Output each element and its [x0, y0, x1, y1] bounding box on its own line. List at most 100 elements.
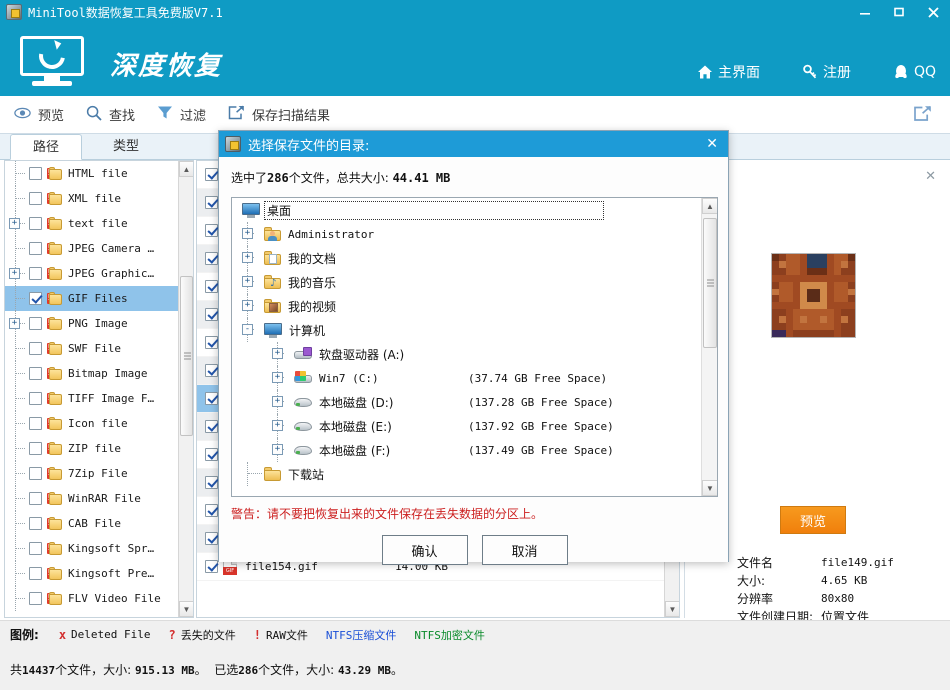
file-checkbox-0[interactable]: [205, 168, 218, 181]
file-checkbox-2[interactable]: [205, 224, 218, 237]
directory-expander-6[interactable]: +: [272, 372, 283, 383]
directory-expander-1[interactable]: +: [242, 252, 253, 263]
directory-tree-item-3[interactable]: + 我的视频: [232, 294, 717, 318]
file-checkbox-13[interactable]: [205, 532, 218, 545]
maximize-button[interactable]: [882, 0, 916, 24]
preview-button[interactable]: 预览: [780, 506, 846, 534]
nav-item-home[interactable]: 主界面: [697, 62, 760, 82]
list-scroll-down-icon[interactable]: ▼: [665, 601, 679, 617]
tree-item-12[interactable]: ! 7Zip File: [5, 461, 193, 486]
file-checkbox-14[interactable]: [205, 560, 218, 573]
tree-item-10[interactable]: ! Icon file: [5, 411, 193, 436]
tree-scroll-up-icon[interactable]: ▲: [179, 161, 193, 177]
tree-item-9[interactable]: ! TIFF Image F…: [5, 386, 193, 411]
directory-tree-item-10[interactable]: 下载站: [232, 462, 717, 486]
directory-tree-item-7[interactable]: + 本地磁盘 (D:) (137.28 GB Free Space): [232, 390, 717, 414]
tree-checkbox-10[interactable]: [29, 417, 42, 430]
directory-tree-item-5[interactable]: + 软盘驱动器 (A:): [232, 342, 717, 366]
directory-tree-item-2[interactable]: + ♪ 我的音乐: [232, 270, 717, 294]
file-checkbox-9[interactable]: [205, 420, 218, 433]
directory-expander-4[interactable]: -: [242, 324, 253, 335]
file-checkbox-10[interactable]: [205, 448, 218, 461]
tab-type[interactable]: 类型: [90, 134, 162, 160]
tree-expander-6[interactable]: +: [9, 318, 20, 329]
toolbar-save-scan[interactable]: 保存扫描结果: [228, 105, 330, 124]
tree-expander-2[interactable]: +: [9, 218, 20, 229]
directory-expander-2[interactable]: +: [242, 276, 253, 287]
tree-checkbox-12[interactable]: [29, 467, 42, 480]
tree-checkbox-17[interactable]: [29, 592, 42, 605]
file-checkbox-11[interactable]: [205, 476, 218, 489]
directory-expander-3[interactable]: +: [242, 300, 253, 311]
file-checkbox-5[interactable]: [205, 308, 218, 321]
tree-checkbox-11[interactable]: [29, 442, 42, 455]
toolbar-share-export-button[interactable]: [913, 105, 932, 125]
directory-tree-item-6[interactable]: + Win7 (C:) (37.74 GB Free Space): [232, 366, 717, 390]
directory-tree-item-4[interactable]: - 计算机: [232, 318, 717, 342]
preview-close-icon[interactable]: ✕: [925, 168, 936, 184]
tree-checkbox-15[interactable]: [29, 542, 42, 555]
file-checkbox-7[interactable]: [205, 364, 218, 377]
directory-tree-root-row[interactable]: 桌面: [232, 198, 717, 222]
directory-tree-item-0[interactable]: + Administrator: [232, 222, 717, 246]
toolbar-search[interactable]: 查找: [86, 105, 135, 125]
tree-item-11[interactable]: ! ZIP file: [5, 436, 193, 461]
tree-scroll-down-icon[interactable]: ▼: [179, 601, 193, 617]
file-checkbox-12[interactable]: [205, 504, 218, 517]
tree-checkbox-2[interactable]: [29, 217, 42, 230]
tree-checkbox-9[interactable]: [29, 392, 42, 405]
tree-scroll-thumb[interactable]: [180, 276, 193, 436]
tree-item-5[interactable]: ! GIF Files: [5, 286, 193, 311]
tree-checkbox-14[interactable]: [29, 517, 42, 530]
toolbar-filter[interactable]: 过滤: [157, 105, 206, 124]
directory-expander-5[interactable]: +: [272, 348, 283, 359]
tree-checkbox-7[interactable]: [29, 342, 42, 355]
directory-tree-item-9[interactable]: + 本地磁盘 (F:) (137.49 GB Free Space): [232, 438, 717, 462]
nav-item-register[interactable]: 注册: [802, 62, 851, 82]
tree-item-13[interactable]: ! WinRAR File: [5, 486, 193, 511]
tree-item-17[interactable]: ! FLV Video File: [5, 586, 193, 611]
tree-checkbox-3[interactable]: [29, 242, 42, 255]
tree-item-0[interactable]: ! HTML file: [5, 161, 193, 186]
tree-checkbox-0[interactable]: [29, 167, 42, 180]
dialog-cancel-button[interactable]: 取消: [481, 535, 568, 565]
tree-item-7[interactable]: ! SWF File: [5, 336, 193, 361]
dialog-confirm-button[interactable]: 确认: [381, 535, 468, 565]
tree-item-8[interactable]: ! Bitmap Image: [5, 361, 193, 386]
tree-item-14[interactable]: ! CAB File: [5, 511, 193, 536]
dir-scroll-thumb[interactable]: [703, 218, 717, 348]
file-checkbox-4[interactable]: [205, 280, 218, 293]
tree-item-4[interactable]: +! JPEG Graphic…: [5, 261, 193, 286]
directory-tree-scrollbar[interactable]: ▲ ▼: [701, 198, 717, 496]
directory-tree-item-8[interactable]: + 本地磁盘 (E:) (137.92 GB Free Space): [232, 414, 717, 438]
minimize-button[interactable]: [848, 0, 882, 24]
dir-scroll-down-icon[interactable]: ▼: [702, 480, 717, 496]
tree-checkbox-13[interactable]: [29, 492, 42, 505]
tab-path[interactable]: 路径: [10, 134, 82, 160]
tree-checkbox-6[interactable]: [29, 317, 42, 330]
nav-item-qq[interactable]: QQ: [893, 64, 936, 80]
tree-item-16[interactable]: ! Kingsoft Pre…: [5, 561, 193, 586]
directory-tree-item-1[interactable]: + 我的文档: [232, 246, 717, 270]
tree-checkbox-16[interactable]: [29, 567, 42, 580]
directory-expander-0[interactable]: +: [242, 228, 253, 239]
tree-checkbox-5[interactable]: [29, 292, 42, 305]
toolbar-preview[interactable]: 预览: [14, 105, 64, 124]
directory-expander-7[interactable]: +: [272, 396, 283, 407]
tree-item-6[interactable]: +! PNG Image: [5, 311, 193, 336]
dir-scroll-up-icon[interactable]: ▲: [702, 198, 717, 214]
tree-item-2[interactable]: +! text file: [5, 211, 193, 236]
directory-expander-9[interactable]: +: [272, 444, 283, 455]
file-checkbox-3[interactable]: [205, 252, 218, 265]
tree-checkbox-4[interactable]: [29, 267, 42, 280]
file-checkbox-6[interactable]: [205, 336, 218, 349]
file-checkbox-1[interactable]: [205, 196, 218, 209]
tree-item-3[interactable]: ! JPEG Camera …: [5, 236, 193, 261]
tree-expander-4[interactable]: +: [9, 268, 20, 279]
file-checkbox-8[interactable]: [205, 392, 218, 405]
tree-checkbox-8[interactable]: [29, 367, 42, 380]
tree-checkbox-1[interactable]: [29, 192, 42, 205]
close-button[interactable]: [916, 0, 950, 24]
tree-scrollbar[interactable]: ▲ ▼: [178, 161, 193, 617]
tree-item-1[interactable]: ! XML file: [5, 186, 193, 211]
